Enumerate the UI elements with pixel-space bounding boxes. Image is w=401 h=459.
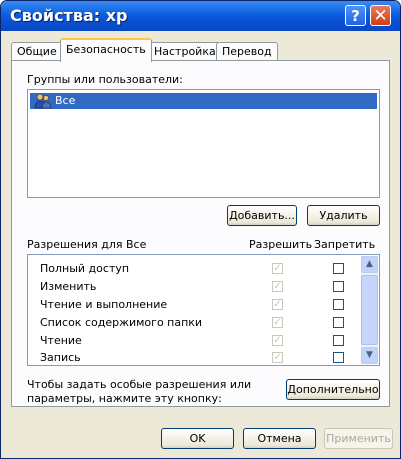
advanced-button[interactable]: Дополнительно: [286, 379, 380, 400]
cancel-button[interactable]: Отмена: [243, 428, 316, 449]
permission-row: Список содержимого папки ✓: [40, 314, 350, 332]
permissions-label: Разрешения для Все: [27, 238, 147, 251]
deny-checkbox[interactable]: [333, 263, 344, 274]
window-title: Свойства: xp: [10, 6, 128, 25]
users-group-icon: [34, 93, 52, 109]
permissions-list[interactable]: Полный доступ ✓ Изменить ✓ Чтение и выпо…: [27, 254, 380, 366]
permission-name: Список содержимого папки: [40, 316, 203, 329]
deny-checkbox[interactable]: [333, 281, 344, 292]
groups-label: Группы или пользователи:: [27, 73, 183, 86]
tab-settings[interactable]: Настройка: [148, 42, 222, 60]
allow-checkbox: ✓: [272, 281, 283, 292]
permission-name: Чтение и выполнение: [40, 298, 168, 311]
allow-checkbox: ✓: [272, 335, 283, 346]
permission-name: Запись: [40, 351, 81, 364]
remove-button[interactable]: Удалить: [307, 205, 380, 226]
deny-checkbox[interactable]: [333, 299, 344, 310]
allow-checkbox: ✓: [272, 317, 283, 328]
deny-checkbox[interactable]: [333, 335, 344, 346]
deny-checkbox[interactable]: [333, 352, 344, 363]
close-button[interactable]: ✕: [370, 5, 391, 26]
scroll-up-icon[interactable]: ▲: [361, 256, 378, 273]
apply-button: Применить: [324, 428, 393, 449]
scroll-thumb[interactable]: [361, 275, 378, 345]
tab-security[interactable]: Безопасность: [60, 38, 152, 62]
users-listbox[interactable]: Все: [27, 89, 380, 198]
title-bar[interactable]: Свойства: xp ? ✕: [1, 1, 400, 31]
permissions-scrollbar[interactable]: ▲ ▼: [361, 256, 378, 364]
advanced-hint-line1: Чтобы задать особые разрешения или: [27, 378, 252, 391]
add-button[interactable]: Добавить...: [227, 205, 297, 226]
permission-row: Чтение и выполнение ✓: [40, 296, 350, 314]
permission-name: Чтение: [40, 334, 82, 347]
ok-button[interactable]: OK: [161, 428, 234, 449]
help-button[interactable]: ?: [345, 5, 366, 26]
allow-checkbox: ✓: [272, 263, 283, 274]
list-item-label: Все: [55, 94, 76, 107]
advanced-hint-line2: параметры, нажмите эту кнопку:: [27, 392, 222, 405]
permission-row: Запись ✓: [40, 349, 350, 367]
allow-checkbox: ✓: [272, 352, 283, 363]
properties-window: Свойства: xp ? ✕ Общие Безопасность Наст…: [0, 0, 401, 459]
permission-row: Полный доступ ✓: [40, 260, 350, 278]
list-item[interactable]: Все: [30, 93, 377, 109]
permission-row: Чтение ✓: [40, 332, 350, 350]
allow-checkbox: ✓: [272, 299, 283, 310]
tab-translate[interactable]: Перевод: [216, 42, 278, 60]
permission-row: Изменить ✓: [40, 278, 350, 296]
tab-general[interactable]: Общие: [11, 42, 63, 60]
scroll-down-icon[interactable]: ▼: [361, 347, 378, 364]
deny-checkbox[interactable]: [333, 317, 344, 328]
permission-name: Полный доступ: [40, 262, 130, 275]
deny-column-header: Запретить: [314, 238, 376, 251]
allow-column-header: Разрешить: [249, 238, 313, 251]
permission-name: Изменить: [40, 280, 97, 293]
